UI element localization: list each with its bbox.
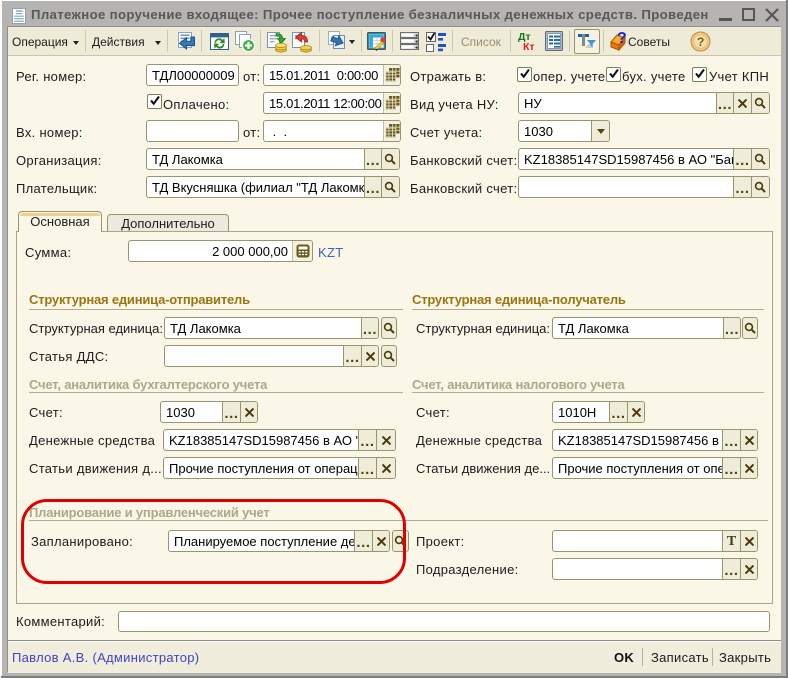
svg-text:?: ? xyxy=(697,35,704,49)
svg-text:?: ? xyxy=(617,30,627,47)
